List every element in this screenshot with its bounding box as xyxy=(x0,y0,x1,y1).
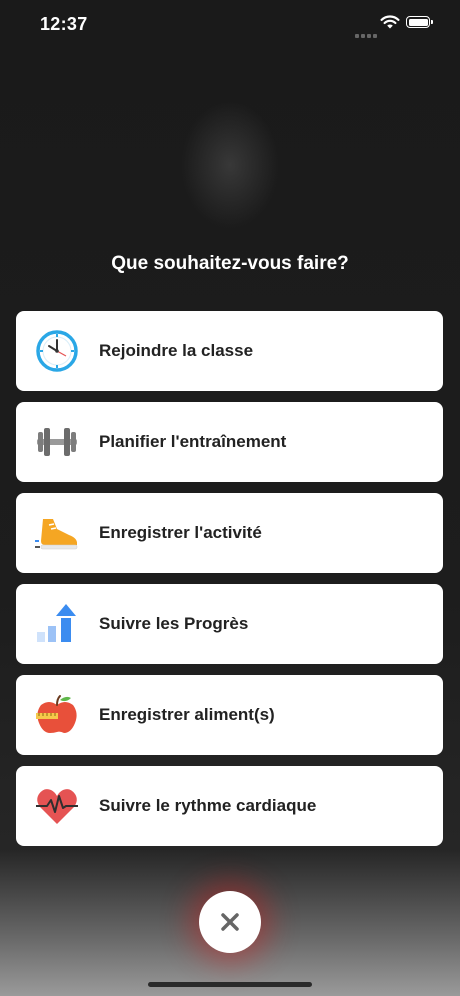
close-icon xyxy=(221,913,239,931)
prompt-title: Que souhaitez-vous faire? xyxy=(111,253,349,274)
cellular-signal-icon xyxy=(355,25,379,43)
wifi-icon xyxy=(380,15,400,29)
close-button[interactable] xyxy=(199,891,261,953)
action-join-class[interactable]: Rejoindre la classe xyxy=(16,311,443,391)
clock-icon xyxy=(35,329,79,373)
action-list: Rejoindre la classe Planifier l'entraîne… xyxy=(16,311,443,857)
action-track-heart-rate[interactable]: Suivre le rythme cardiaque xyxy=(16,766,443,846)
heart-rate-icon xyxy=(35,784,79,828)
action-label: Enregistrer l'activité xyxy=(99,523,262,542)
action-label: Suivre le rythme cardiaque xyxy=(99,796,317,815)
action-plan-workout[interactable]: Planifier l'entraînement xyxy=(16,402,443,482)
apple-icon xyxy=(35,693,79,737)
action-log-food[interactable]: Enregistrer aliment(s) xyxy=(16,675,443,755)
sneaker-icon xyxy=(35,511,79,555)
action-track-progress[interactable]: Suivre les Progrès xyxy=(16,584,443,664)
action-log-activity[interactable]: Enregistrer l'activité xyxy=(16,493,443,573)
dumbbell-icon xyxy=(35,420,79,464)
home-indicator xyxy=(148,982,312,987)
action-label: Enregistrer aliment(s) xyxy=(99,705,275,724)
progress-chart-icon xyxy=(35,602,79,646)
battery-icon xyxy=(406,16,433,28)
action-label: Planifier l'entraînement xyxy=(99,432,287,451)
action-label: Suivre les Progrès xyxy=(99,614,249,633)
action-label: Rejoindre la classe xyxy=(99,341,254,360)
status-bar: 12:37 xyxy=(0,0,460,50)
status-time: 12:37 xyxy=(40,14,88,34)
